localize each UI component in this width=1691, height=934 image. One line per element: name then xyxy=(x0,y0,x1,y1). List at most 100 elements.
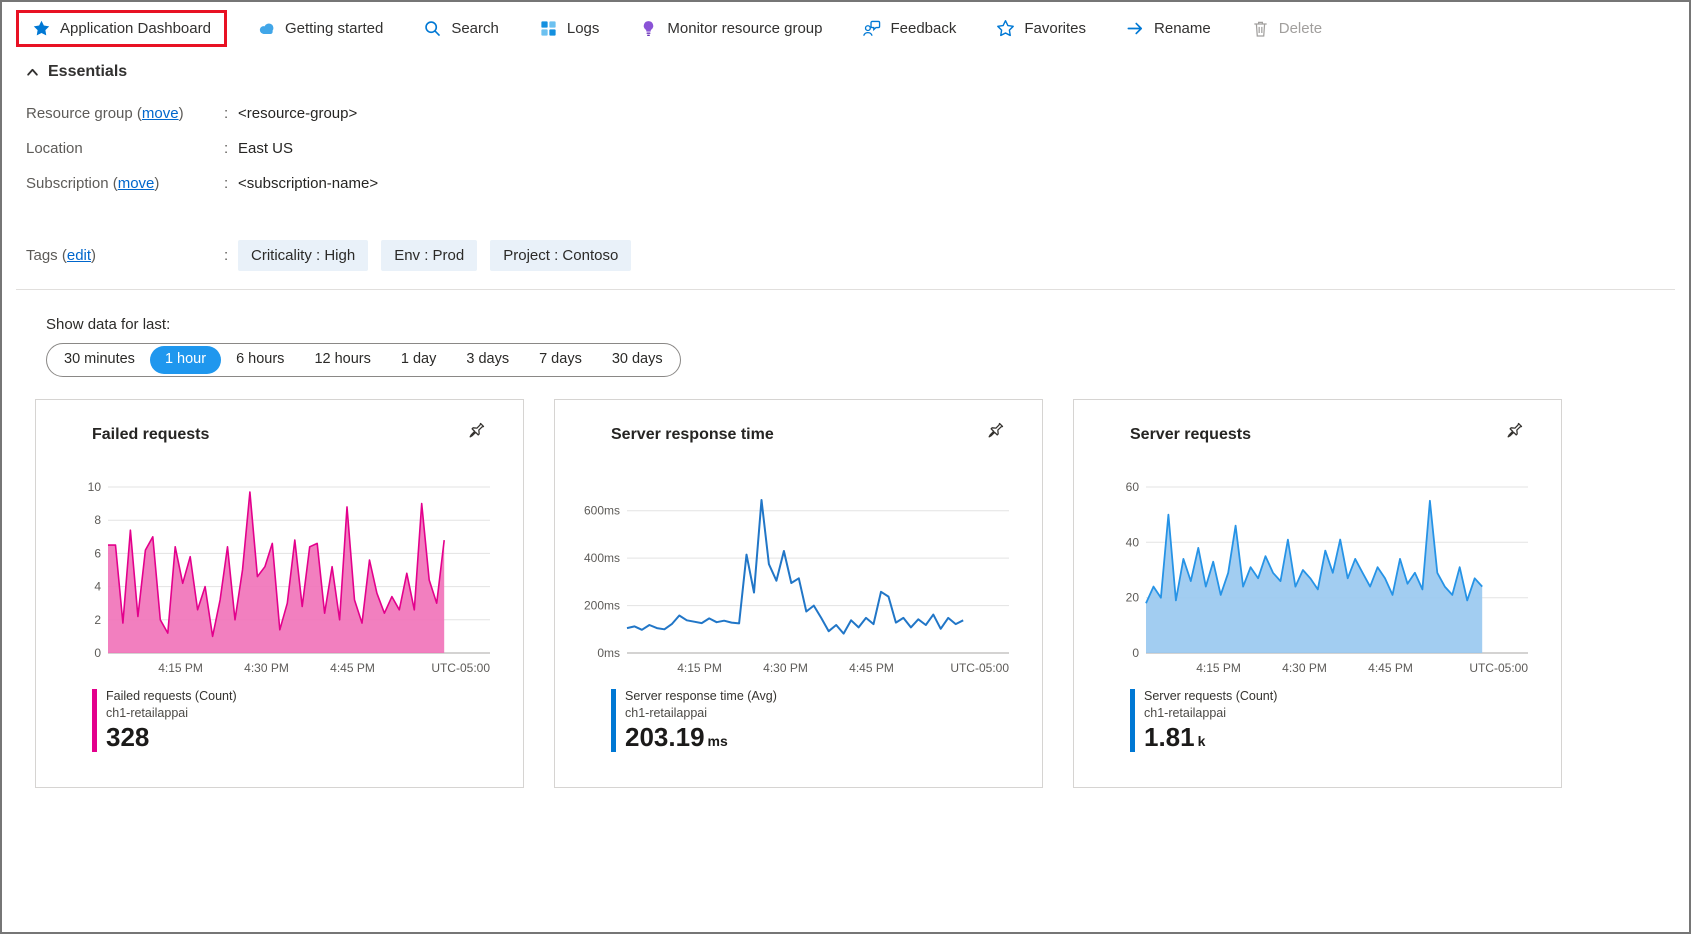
field-separator: : xyxy=(224,140,238,157)
location-value: East US xyxy=(238,140,293,157)
tag-list: Criticality : High Env : Prod Project : … xyxy=(238,240,631,271)
svg-text:4:30 PM: 4:30 PM xyxy=(1282,661,1327,675)
toolbar-item-label: Rename xyxy=(1154,20,1211,37)
app-window: Application Dashboard Getting started Se… xyxy=(0,0,1691,934)
feedback-icon xyxy=(862,19,881,38)
delete-trash-icon xyxy=(1251,19,1270,38)
toolbar-item-search[interactable]: Search xyxy=(407,10,515,47)
toolbar-item-feedback[interactable]: Feedback xyxy=(846,10,972,47)
field-label: Tags (edit) xyxy=(26,247,224,264)
pin-icon xyxy=(465,420,487,442)
toolbar-item-getting-started[interactable]: Getting started xyxy=(241,10,399,47)
edit-tags-link[interactable]: edit xyxy=(67,247,91,264)
legend-resource: ch1-retailappai xyxy=(625,706,777,720)
chart-legend: Server requests (Count) ch1-retailappai … xyxy=(1130,689,1537,752)
time-option-3-days[interactable]: 3 days xyxy=(451,346,524,374)
tag-chip-env[interactable]: Env : Prod xyxy=(381,240,477,271)
toolbar-item-rename[interactable]: Rename xyxy=(1110,10,1227,47)
move-link[interactable]: move xyxy=(118,175,155,192)
time-option-1-hour[interactable]: 1 hour xyxy=(150,346,221,374)
toolbar-item-application-dashboard[interactable]: Application Dashboard xyxy=(16,10,227,47)
field-separator: : xyxy=(224,247,238,264)
toolbar-item-label: Getting started xyxy=(285,20,383,37)
svg-text:4:15 PM: 4:15 PM xyxy=(1196,661,1241,675)
svg-text:UTC-05:00: UTC-05:00 xyxy=(950,661,1009,675)
toolbar-item-delete: Delete xyxy=(1235,10,1338,47)
legend-value: 203.19ms xyxy=(625,724,777,750)
rename-arrow-icon xyxy=(1126,19,1145,38)
time-option-6-hours[interactable]: 6 hours xyxy=(221,346,299,374)
field-tags: Tags (edit) : Criticality : High Env : P… xyxy=(26,240,1689,271)
svg-text:4:15 PM: 4:15 PM xyxy=(677,661,722,675)
svg-text:20: 20 xyxy=(1126,591,1140,605)
tag-chip-project[interactable]: Project : Contoso xyxy=(490,240,631,271)
card-server-requests: Server requests 02040604:15 PM4:30 PM4:4… xyxy=(1073,399,1562,788)
legend-color-bar xyxy=(611,689,616,752)
time-range-section: Show data for last: 30 minutes 1 hour 6 … xyxy=(2,290,1689,377)
field-resource-group: Resource group (move) : <resource-group> xyxy=(26,105,1689,122)
field-subscription: Subscription (move) : <subscription-name… xyxy=(26,175,1689,192)
svg-text:400ms: 400ms xyxy=(584,551,620,565)
server-response-time-chart[interactable]: 0ms200ms400ms600ms4:15 PM4:30 PM4:45 PMU… xyxy=(579,481,1019,681)
legend-unit: ms xyxy=(708,733,728,749)
star-icon xyxy=(32,19,51,38)
svg-text:0ms: 0ms xyxy=(597,646,620,660)
essentials-title: Essentials xyxy=(48,63,127,81)
field-separator: : xyxy=(224,105,238,122)
time-option-7-days[interactable]: 7 days xyxy=(524,346,597,374)
pin-icon xyxy=(1503,420,1525,442)
svg-text:4: 4 xyxy=(94,580,101,594)
svg-text:4:15 PM: 4:15 PM xyxy=(158,661,203,675)
legend-resource: ch1-retailappai xyxy=(1144,706,1277,720)
essentials-fields: Resource group (move) : <resource-group>… xyxy=(2,81,1689,271)
chart-title: Server response time xyxy=(611,426,774,444)
command-bar: Application Dashboard Getting started Se… xyxy=(2,2,1689,51)
card-failed-requests: Failed requests 02468104:15 PM4:30 PM4:4… xyxy=(35,399,524,788)
move-link[interactable]: move xyxy=(142,105,179,122)
svg-text:4:30 PM: 4:30 PM xyxy=(763,661,808,675)
legend-resource: ch1-retailappai xyxy=(106,706,237,720)
failed-requests-chart[interactable]: 02468104:15 PM4:30 PM4:45 PMUTC-05:00 xyxy=(60,481,500,681)
cloud-icon xyxy=(257,19,276,38)
legend-metric: Failed requests (Count) xyxy=(106,689,237,703)
tag-chip-criticality[interactable]: Criticality : High xyxy=(238,240,368,271)
toolbar-item-label: Feedback xyxy=(890,20,956,37)
time-range-label: Show data for last: xyxy=(46,316,1689,333)
field-label: Resource group (move) xyxy=(26,105,224,122)
toolbar-item-label: Application Dashboard xyxy=(60,20,211,37)
svg-text:8: 8 xyxy=(94,513,101,527)
svg-text:600ms: 600ms xyxy=(584,504,620,518)
legend-unit: k xyxy=(1198,733,1206,749)
toolbar-item-monitor-resource-group[interactable]: Monitor resource group xyxy=(623,10,838,47)
toolbar-item-logs[interactable]: Logs xyxy=(523,10,616,47)
search-icon xyxy=(423,19,442,38)
field-label: Subscription (move) xyxy=(26,175,224,192)
time-option-1-day[interactable]: 1 day xyxy=(386,346,451,374)
server-requests-chart[interactable]: 02040604:15 PM4:30 PM4:45 PMUTC-05:00 xyxy=(1098,481,1538,681)
pin-button[interactable] xyxy=(982,418,1008,447)
toolbar-item-favorites[interactable]: Favorites xyxy=(980,10,1102,47)
time-option-30-minutes[interactable]: 30 minutes xyxy=(49,346,150,374)
toolbar-item-label: Logs xyxy=(567,20,600,37)
essentials-toggle[interactable]: Essentials xyxy=(2,51,1689,81)
toolbar-item-label: Search xyxy=(451,20,499,37)
time-option-30-days[interactable]: 30 days xyxy=(597,346,678,374)
subscription-value: <subscription-name> xyxy=(238,175,378,192)
time-option-12-hours[interactable]: 12 hours xyxy=(299,346,385,374)
legend-color-bar xyxy=(92,689,97,752)
chevron-up-icon xyxy=(26,66,39,79)
chart-title: Failed requests xyxy=(92,426,209,444)
toolbar-item-label: Delete xyxy=(1279,20,1322,37)
chart-legend: Server response time (Avg) ch1-retailapp… xyxy=(611,689,1018,752)
legend-value: 1.81k xyxy=(1144,724,1277,750)
svg-text:4:30 PM: 4:30 PM xyxy=(244,661,289,675)
pin-icon xyxy=(984,420,1006,442)
metric-cards: Failed requests 02468104:15 PM4:30 PM4:4… xyxy=(2,377,1689,788)
legend-metric: Server requests (Count) xyxy=(1144,689,1277,703)
logs-icon xyxy=(539,19,558,38)
time-range-picker: 30 minutes 1 hour 6 hours 12 hours 1 day… xyxy=(46,343,681,377)
pin-button[interactable] xyxy=(463,418,489,447)
svg-text:UTC-05:00: UTC-05:00 xyxy=(431,661,490,675)
svg-text:10: 10 xyxy=(88,481,102,494)
pin-button[interactable] xyxy=(1501,418,1527,447)
